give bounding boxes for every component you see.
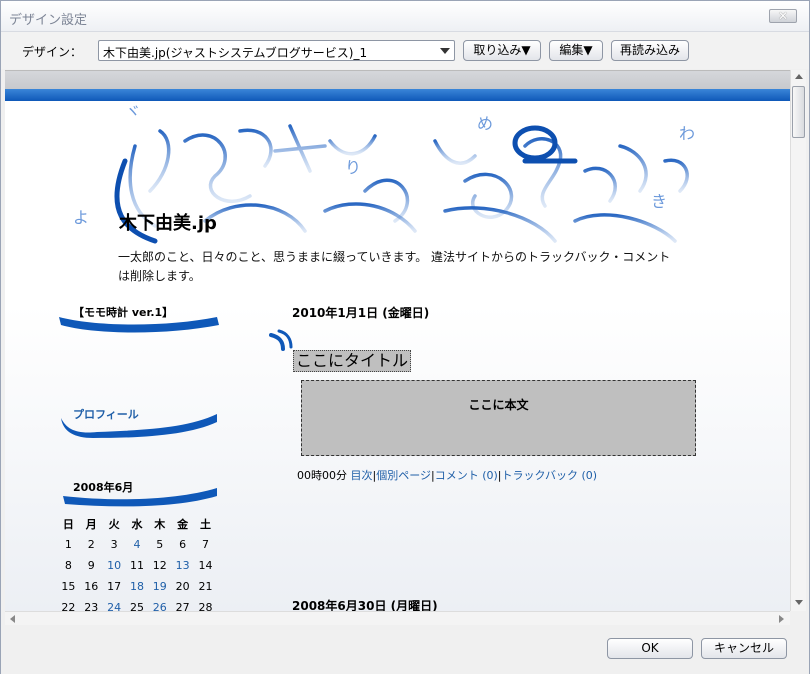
svg-text:き: き	[651, 192, 667, 211]
calendar-day-link[interactable]: 13	[171, 555, 194, 576]
edit-button[interactable]: 編集▼	[549, 40, 603, 61]
design-label: デザイン：	[22, 45, 83, 59]
reload-button[interactable]: 再読み込み	[611, 40, 689, 61]
scroll-right-icon[interactable]	[779, 615, 784, 623]
ok-button[interactable]: OK	[607, 638, 693, 659]
calendar-day: 21	[198, 580, 213, 593]
blog-title: 木下由美.jp	[119, 213, 217, 234]
design-settings-dialog: デザイン設定 ✕ デザイン： 木下由美.jp(ジャストシステムブログサービス)_…	[0, 0, 810, 674]
calendar: 日月火水木金土 1 2 3 4 5 6 7 8 9 10 11 12 13 14 15 16 17 18 19 20 2…	[57, 513, 217, 612]
post-time: 00時00分	[297, 469, 347, 482]
calendar-day: 25	[129, 601, 144, 611]
calendar-day: 3	[110, 538, 118, 551]
trackback-link[interactable]: トラックバック (0)	[502, 469, 598, 482]
calendar-day-link[interactable]: 24	[103, 597, 126, 611]
design-select[interactable]: 木下由美.jp(ジャストシステムブログサービス)_1	[98, 40, 455, 61]
calendar-day: 11	[129, 559, 144, 572]
preview-pane: よ め わ ヾ り き 木下由美.jp 一太郎のこと、日々のこと、思うままに綴っ…	[5, 70, 790, 611]
post-date: 2010年1月1日 (金曜日)	[292, 306, 430, 320]
calendar-day: 16	[84, 580, 99, 593]
calendar-day: 9	[87, 559, 95, 572]
calendar-weekday: 木	[154, 517, 166, 531]
design-select-value: 木下由美.jp(ジャストシステムブログサービス)_1	[103, 46, 368, 60]
title-bar: デザイン設定 ✕	[1, 1, 809, 32]
calendar-weekday: 土	[200, 517, 212, 531]
calendar-day: 12	[152, 559, 167, 572]
svg-text:よ: よ	[73, 208, 89, 227]
post-body-text: ここに本文	[468, 398, 529, 412]
chevron-down-icon	[440, 48, 450, 54]
calendar-week: 15 16 17 18 19 20 21	[57, 576, 217, 597]
calendar-day: 2	[87, 538, 95, 551]
post-title[interactable]: ここにタイトル	[293, 350, 412, 372]
horizontal-scrollbar[interactable]	[5, 611, 790, 625]
calendar-day-link[interactable]: 4	[126, 534, 149, 555]
header-calligraphy-art: よ め わ ヾ り き	[73, 102, 695, 244]
svg-text:わ: わ	[679, 124, 695, 143]
blog-page: よ め わ ヾ り き 木下由美.jp 一太郎のこと、日々のこと、思うままに綴っ…	[5, 101, 790, 611]
calendar-day-link[interactable]: 19	[148, 576, 171, 597]
svg-text:ヾ: ヾ	[125, 102, 141, 121]
svg-text:め: め	[477, 114, 493, 133]
blog-description: 一太郎のこと、日々のこと、思うままに綴っていきます。 違法サイトからのトラックバ…	[118, 250, 671, 283]
calendar-day: 6	[179, 538, 187, 551]
toolbar: デザイン： 木下由美.jp(ジャストシステムブログサービス)_1 取り込み▼ 編…	[1, 32, 809, 69]
post-date-2: 2008年6月30日 (月曜日)	[292, 599, 438, 611]
calendar-day: 27	[175, 601, 190, 611]
svg-text:り: り	[345, 158, 361, 177]
calendar-weekday: 水	[131, 517, 143, 531]
clock-heading: 【モモ時計 ver.1】	[73, 306, 174, 319]
calendar-day: 7	[202, 538, 210, 551]
calendar-weekday: 金	[177, 517, 189, 531]
cancel-button[interactable]: キャンセル	[701, 638, 787, 659]
calendar-day: 14	[198, 559, 213, 572]
calendar-day: 1	[64, 538, 72, 551]
calendar-day: 15	[61, 580, 76, 593]
close-icon: ✕	[777, 9, 789, 23]
blog-header-bar	[5, 89, 790, 101]
calendar-week: 1 2 345 6 7	[57, 534, 217, 555]
post-meta: 00時00分 目次|個別ページ|コメント (0)|トラックバック (0)	[297, 467, 597, 483]
close-button[interactable]: ✕	[769, 9, 797, 23]
calendar-day: 28	[198, 601, 213, 611]
calendar-weekday: 日	[62, 517, 74, 531]
permalink-link[interactable]: 個別ページ	[376, 469, 431, 482]
calendar-heading: 2008年6月	[73, 481, 134, 494]
calendar-day: 20	[175, 580, 190, 593]
calendar-week: 8 9 10 11 12 13 14	[57, 555, 217, 576]
index-link[interactable]: 目次	[351, 469, 373, 482]
scroll-down-icon[interactable]	[795, 600, 803, 605]
import-button[interactable]: 取り込み▼	[463, 40, 541, 61]
calendar-day-link[interactable]: 10	[103, 555, 126, 576]
profile-heading[interactable]: プロフィール	[73, 406, 139, 422]
calendar-weekday: 月	[85, 517, 97, 531]
calendar-day: 23	[84, 601, 99, 611]
calendar-day-link[interactable]: 26	[148, 597, 171, 611]
window-title: デザイン設定	[9, 13, 88, 28]
vertical-scrollbar[interactable]	[790, 70, 806, 611]
comment-link[interactable]: コメント (0)	[435, 469, 498, 482]
calendar-day: 8	[64, 559, 72, 572]
calendar-day: 17	[107, 580, 122, 593]
scroll-left-icon[interactable]	[10, 615, 15, 623]
calendar-day: 22	[61, 601, 76, 611]
post-body[interactable]: ここに本文	[301, 380, 696, 456]
dialog-footer: OK キャンセル	[1, 626, 809, 674]
vertical-scroll-thumb[interactable]	[792, 86, 805, 138]
calendar-week: 22 23 24 25 26 27 28	[57, 597, 217, 611]
calendar-day-link[interactable]: 18	[126, 576, 149, 597]
calendar-day: 5	[156, 538, 164, 551]
calendar-weekday: 火	[108, 517, 120, 531]
scroll-up-icon[interactable]	[795, 74, 803, 79]
preview-top-strip	[5, 71, 790, 89]
